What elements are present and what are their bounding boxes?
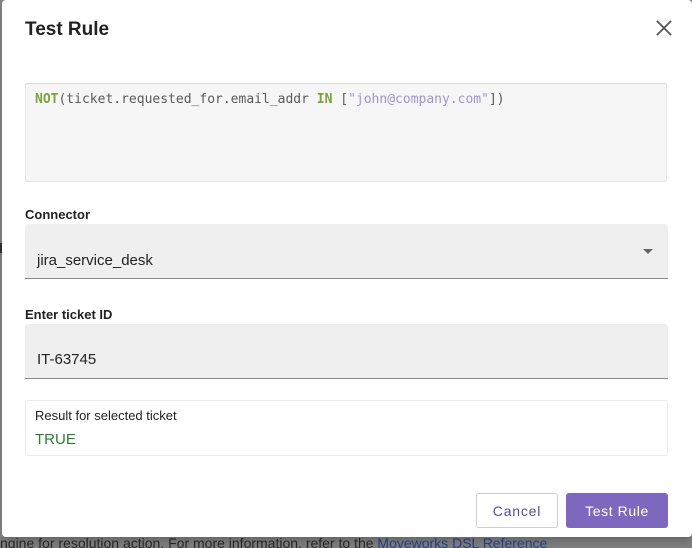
background-link[interactable]: Moveworks DSL Reference <box>377 537 547 548</box>
code-token-plain: [ <box>332 92 349 107</box>
code-token-keyword: NOT <box>35 92 59 107</box>
close-button[interactable] <box>652 16 676 40</box>
code-token-plain: (ticket.requested_for.email_addr <box>58 92 317 107</box>
ticket-id-value: IT-63745 <box>37 351 97 368</box>
result-value: TRUE <box>35 431 76 448</box>
result-label: Result for selected ticket <box>35 408 177 423</box>
code-token-plain: ]) <box>488 92 505 107</box>
caret-down-icon <box>643 249 653 254</box>
background-page-text: ngine for resolution action. For more in… <box>0 537 692 548</box>
test-rule-button[interactable]: Test Rule <box>566 493 668 528</box>
code-token-string: "john@company.com" <box>348 92 489 107</box>
test-rule-dialog: Test Rule NOT(ticket.requested_for.email… <box>2 0 692 537</box>
close-icon <box>656 20 672 36</box>
connector-value: jira_service_desk <box>37 252 153 269</box>
cancel-button[interactable]: Cancel <box>476 493 558 528</box>
rule-code-line: NOT(ticket.requested_for.email_addr IN [… <box>35 92 505 107</box>
ticket-id-label: Enter ticket ID <box>25 307 113 322</box>
background-sentence: ngine for resolution action. For more in… <box>0 537 374 548</box>
code-token-keyword: IN <box>316 92 333 107</box>
ticket-id-input[interactable]: IT-63745 <box>25 324 668 379</box>
connector-label: Connector <box>25 207 90 222</box>
rule-code-editor[interactable]: NOT(ticket.requested_for.email_addr IN [… <box>25 83 667 182</box>
connector-select[interactable]: jira_service_desk <box>25 224 668 279</box>
result-panel: Result for selected ticket TRUE <box>25 400 668 456</box>
dialog-title: Test Rule <box>25 19 110 40</box>
